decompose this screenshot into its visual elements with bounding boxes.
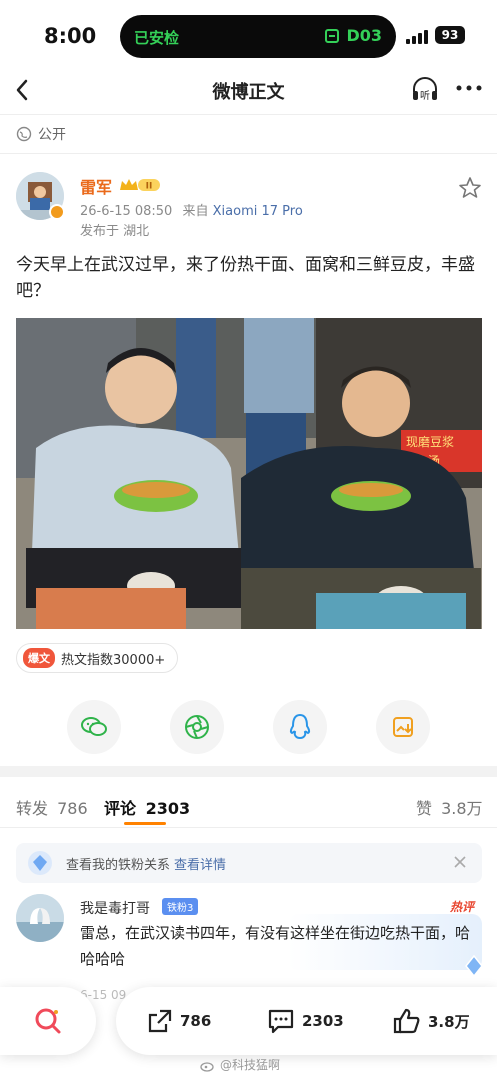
- status-bar: 8:00 已安检 D03 93: [0, 0, 497, 70]
- headphones-icon[interactable]: 听: [410, 74, 440, 104]
- watermark-text: @科技猛啊: [220, 1058, 281, 1072]
- status-time: 8:00: [44, 24, 97, 48]
- comment-bubble-icon: [268, 1009, 294, 1034]
- post-photo[interactable]: 现磨豆浆 豆 汤: [16, 318, 482, 629]
- post-body: 今天早上在武汉过早，来了份热干面、面窝和三鲜豆皮，丰盛吧？: [16, 255, 475, 301]
- dynamic-island: 已安检 D03: [120, 15, 396, 58]
- viral-badge: 爆文: [23, 648, 55, 668]
- gate-info: D03: [324, 26, 382, 45]
- like-button[interactable]: 3.8万: [392, 1007, 470, 1035]
- listen-label: 听: [420, 90, 430, 102]
- repost-button[interactable]: 786: [146, 1007, 211, 1035]
- verified-badge-icon: [49, 204, 65, 220]
- watermark: @科技猛啊: [200, 1056, 280, 1073]
- post-device[interactable]: Xiaomi 17 Pro: [213, 204, 303, 219]
- close-icon[interactable]: [452, 854, 468, 870]
- hot-index-label: 热文指数30000+: [61, 652, 166, 668]
- search-button[interactable]: [0, 987, 96, 1055]
- hot-comment-tag: 热评: [450, 900, 475, 914]
- interaction-tabs: 转发 786 评论 2303 赞 3.8万: [0, 778, 497, 828]
- visibility-row: 公开: [0, 114, 497, 154]
- post-location: 发布于 湖北: [80, 224, 150, 239]
- section-divider: [0, 766, 497, 777]
- tab-comments-count: 2303: [145, 799, 191, 818]
- share-arrow-icon: [148, 1009, 172, 1033]
- qq-icon: [289, 713, 311, 740]
- comment-text: 雷总，在武汉读书四年，有没有这样坐在街边吃热干面，哈哈哈哈: [80, 924, 471, 968]
- diamond-icon: [28, 851, 52, 875]
- tab-likes[interactable]: 赞 3.8万: [416, 795, 483, 819]
- source-prefix: 来自: [182, 204, 209, 219]
- visibility-label: 公开: [38, 127, 66, 143]
- share-wechat-button[interactable]: [67, 700, 121, 754]
- commenter-avatar[interactable]: [16, 894, 64, 942]
- tab-comments[interactable]: 评论 2303: [104, 795, 190, 819]
- tab-comments-label: 评论: [104, 799, 137, 818]
- comment-count: 2303: [302, 1012, 344, 1030]
- photo-sign-top: 现磨豆浆: [406, 434, 454, 449]
- tab-reposts-label: 转发: [16, 799, 49, 818]
- share-row: [0, 700, 497, 756]
- security-check-status: 已安检: [134, 29, 180, 47]
- save-image-button[interactable]: [376, 700, 430, 754]
- nav-bar: 微博正文 听: [0, 70, 497, 112]
- comment-button[interactable]: 2303: [266, 1007, 344, 1035]
- author-name[interactable]: 雷军: [80, 174, 112, 198]
- fan-relation-text: 查看我的铁粉关系: [66, 857, 171, 873]
- share-qq-button[interactable]: [273, 700, 327, 754]
- repost-count: 786: [180, 1012, 212, 1030]
- tab-reposts[interactable]: 转发 786: [16, 795, 88, 819]
- action-bar: 786 2303 3.8万: [116, 987, 497, 1055]
- post-timestamp: 26-6-15 08:50: [80, 204, 173, 219]
- train-ticket-icon: [325, 28, 340, 43]
- gate-number: D03: [346, 26, 382, 45]
- vip-crown-icon: II: [120, 179, 160, 192]
- share-moments-button[interactable]: [170, 700, 224, 754]
- tab-likes-count: 3.8万: [441, 799, 483, 818]
- fan-relation-banner[interactable]: 查看我的铁粉关系 查看详情: [16, 843, 482, 883]
- search-icon: [35, 1008, 61, 1034]
- like-count: 3.8万: [428, 1012, 470, 1031]
- vip-level: II: [146, 182, 153, 192]
- moments-icon: [185, 715, 209, 739]
- battery-level: 93: [435, 26, 465, 44]
- sparkle-diamond-icon: [465, 954, 483, 978]
- tab-likes-label: 赞: [416, 799, 433, 818]
- fan-relation-link[interactable]: 查看详情: [174, 854, 226, 873]
- thumbs-up-icon: [393, 1008, 420, 1034]
- favorite-star-icon[interactable]: [458, 176, 482, 200]
- commenter-name[interactable]: 我是毒打哥: [80, 898, 150, 918]
- hot-index-tag[interactable]: 爆文 热文指数30000+: [16, 643, 179, 673]
- weibo-logo-icon: [200, 1061, 214, 1072]
- active-tab-indicator: [124, 822, 166, 825]
- save-image-icon: [393, 717, 413, 737]
- tab-reposts-count: 786: [57, 799, 88, 818]
- globe-icon: [16, 126, 32, 142]
- more-options-icon[interactable]: [455, 78, 483, 98]
- signal-icon: [406, 28, 430, 44]
- wechat-icon: [81, 717, 107, 736]
- iron-fan-badge: 铁粉3: [162, 898, 199, 915]
- post-meta: 26-6-15 08:50 来自 Xiaomi 17 Pro: [80, 200, 303, 219]
